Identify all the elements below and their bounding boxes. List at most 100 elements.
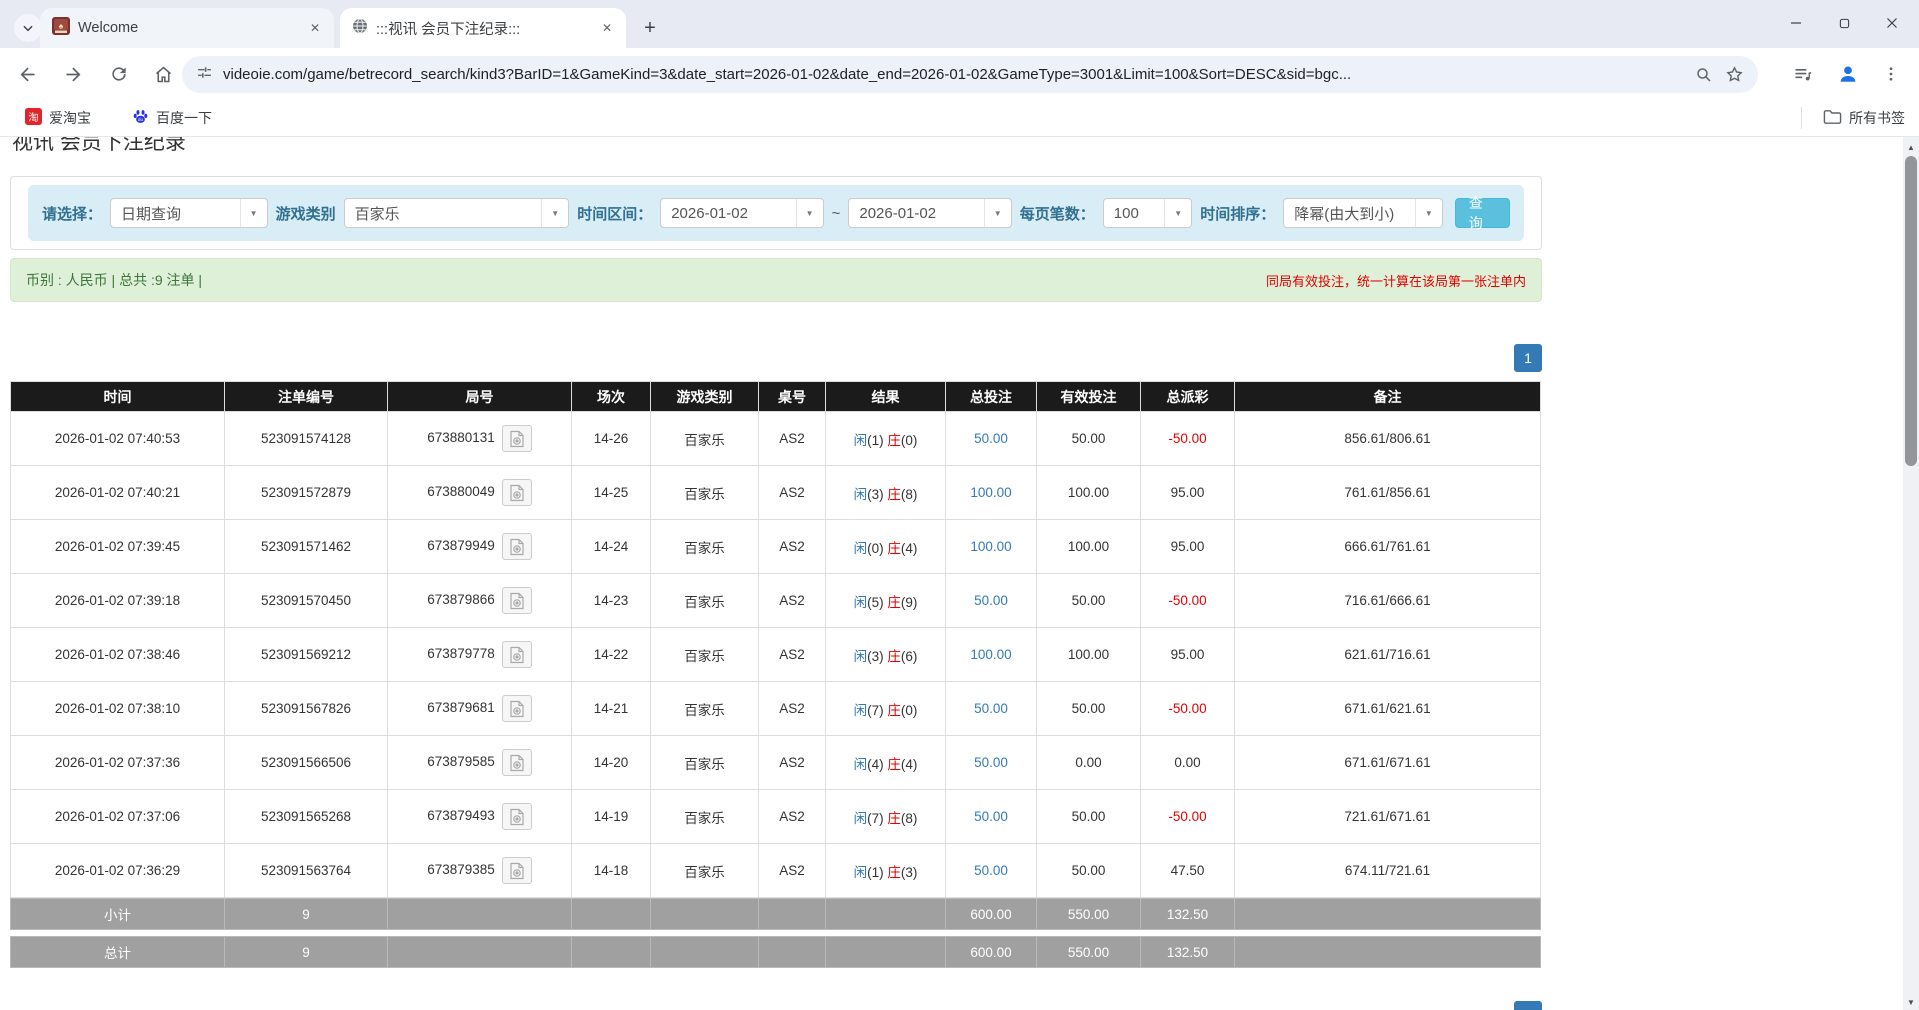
close-tab-icon[interactable]: ✕	[598, 19, 616, 37]
query-button[interactable]: 查询	[1455, 198, 1510, 228]
result-player[interactable]: 闲	[854, 703, 868, 718]
page-1-button[interactable]: 1	[1514, 1001, 1542, 1010]
total-bet-link[interactable]: 100.00	[970, 539, 1011, 554]
cell-result: 闲(0) 庄(4)	[826, 520, 946, 574]
bookmark-star-icon[interactable]	[1725, 65, 1744, 84]
result-banker[interactable]: 庄	[887, 811, 901, 826]
date-end-select[interactable]: 2026-01-02 ▼	[848, 198, 1011, 228]
zoom-icon[interactable]	[1695, 66, 1713, 84]
video-replay-button[interactable]	[502, 533, 532, 560]
chevron-down-icon: ▼	[984, 199, 1011, 227]
result-banker[interactable]: 庄	[887, 703, 901, 718]
close-button[interactable]	[1869, 6, 1915, 40]
total-bet-link[interactable]: 50.00	[974, 809, 1008, 824]
cell-remark: 761.61/856.61	[1235, 466, 1541, 520]
date-start-select[interactable]: 2026-01-02 ▼	[660, 198, 823, 228]
page-1-button[interactable]: 1	[1514, 344, 1542, 372]
video-replay-button[interactable]	[502, 857, 532, 884]
scroll-up-icon[interactable]: ▲	[1903, 139, 1919, 155]
all-bookmarks-button[interactable]: 所有书签	[1801, 107, 1905, 129]
cell-time: 2026-01-02 07:39:45	[11, 520, 225, 574]
scrollbar-thumb[interactable]	[1905, 156, 1917, 466]
cell-round-no: 673879493	[388, 790, 572, 844]
video-replay-button[interactable]	[502, 425, 532, 452]
cell-result: 闲(5) 庄(9)	[826, 574, 946, 628]
maximize-button[interactable]	[1821, 6, 1867, 40]
table-row: 2026-01-02 07:37:06 523091565268 6738794…	[11, 790, 1541, 844]
result-player[interactable]: 闲	[854, 865, 868, 880]
back-icon[interactable]	[12, 59, 42, 89]
result-banker[interactable]: 庄	[887, 595, 901, 610]
total-table: 总计 9 600.00 550.00 132.50	[10, 936, 1541, 968]
result-banker[interactable]: 庄	[887, 865, 901, 880]
cell-total-bet: 100.00	[946, 628, 1037, 682]
total-bet-link[interactable]: 50.00	[974, 863, 1008, 878]
video-replay-button[interactable]	[502, 641, 532, 668]
video-replay-button[interactable]	[502, 749, 532, 776]
result-player[interactable]: 闲	[854, 433, 868, 448]
date-range-label: 时间区间：	[577, 203, 652, 224]
video-replay-button[interactable]	[502, 695, 532, 722]
bookmark-taobao[interactable]: 淘 爱淘宝	[18, 108, 91, 128]
close-tab-icon[interactable]: ✕	[306, 19, 324, 37]
cell-valid-bet: 0.00	[1037, 736, 1141, 790]
minimize-button[interactable]	[1773, 6, 1819, 40]
tab-betrecord[interactable]: :::视讯 会员下注纪录::: ✕	[340, 8, 626, 48]
home-icon[interactable]	[148, 59, 178, 89]
result-banker[interactable]: 庄	[887, 541, 901, 556]
tab-welcome[interactable]: ♠ Welcome ✕	[40, 8, 334, 48]
profile-icon[interactable]	[1833, 59, 1863, 89]
reload-icon[interactable]	[104, 59, 134, 89]
bookmark-baidu[interactable]: du 百度一下	[125, 108, 212, 128]
result-banker[interactable]: 庄	[887, 487, 901, 502]
cell-bet-no: 523091569212	[225, 628, 388, 682]
new-tab-button[interactable]: +	[636, 14, 664, 42]
media-controls-icon[interactable]	[1788, 59, 1818, 89]
cell-total-bet: 100.00	[946, 520, 1037, 574]
result-player[interactable]: 闲	[854, 757, 868, 772]
cell-payout: 95.00	[1141, 520, 1235, 574]
result-banker[interactable]: 庄	[887, 433, 901, 448]
result-player[interactable]: 闲	[854, 649, 868, 664]
forward-icon[interactable]	[58, 59, 88, 89]
total-bet-link[interactable]: 50.00	[974, 431, 1008, 446]
cell-payout: 95.00	[1141, 466, 1235, 520]
result-player[interactable]: 闲	[854, 595, 868, 610]
cell-table-no: AS2	[759, 736, 826, 790]
scrollbar[interactable]: ▲ ▼	[1903, 137, 1919, 1010]
mode-select[interactable]: 日期查询 ▼	[110, 198, 268, 228]
cell-time: 2026-01-02 07:40:21	[11, 466, 225, 520]
url-text[interactable]: videoie.com/game/betrecord_search/kind3?…	[223, 66, 1683, 83]
total-bet-link[interactable]: 50.00	[974, 701, 1008, 716]
site-info-icon[interactable]	[196, 64, 213, 86]
cell-remark: 721.61/671.61	[1235, 790, 1541, 844]
cell-remark: 856.61/806.61	[1235, 412, 1541, 466]
result-banker[interactable]: 庄	[887, 757, 901, 772]
tab-search-icon[interactable]	[14, 14, 42, 42]
video-replay-button[interactable]	[502, 803, 532, 830]
sort-select[interactable]: 降幂(由大到小) ▼	[1283, 198, 1443, 228]
total-bet-link[interactable]: 100.00	[970, 485, 1011, 500]
result-player[interactable]: 闲	[854, 811, 868, 826]
subtotal-label: 小计	[11, 899, 225, 930]
video-replay-button[interactable]	[502, 479, 532, 506]
total-count: 9	[225, 937, 388, 968]
menu-icon[interactable]	[1876, 59, 1906, 89]
per-page-select[interactable]: 100 ▼	[1103, 198, 1193, 228]
total-bet-link[interactable]: 50.00	[974, 755, 1008, 770]
table-row: 2026-01-02 07:40:53 523091574128 6738801…	[11, 412, 1541, 466]
scroll-down-icon[interactable]: ▼	[1903, 994, 1919, 1010]
chevron-down-icon: ▼	[1164, 199, 1191, 227]
total-bet-link[interactable]: 100.00	[970, 647, 1011, 662]
cell-total-bet: 50.00	[946, 790, 1037, 844]
result-player[interactable]: 闲	[854, 541, 868, 556]
cell-payout: -50.00	[1141, 574, 1235, 628]
result-player[interactable]: 闲	[854, 487, 868, 502]
chevron-down-icon: ▼	[796, 199, 823, 227]
total-bet-link[interactable]: 50.00	[974, 593, 1008, 608]
game-kind-select[interactable]: 百家乐 ▼	[344, 198, 570, 228]
video-replay-button[interactable]	[502, 587, 532, 614]
result-banker[interactable]: 庄	[887, 649, 901, 664]
url-bar[interactable]: videoie.com/game/betrecord_search/kind3?…	[182, 56, 1758, 93]
cell-valid-bet: 50.00	[1037, 682, 1141, 736]
